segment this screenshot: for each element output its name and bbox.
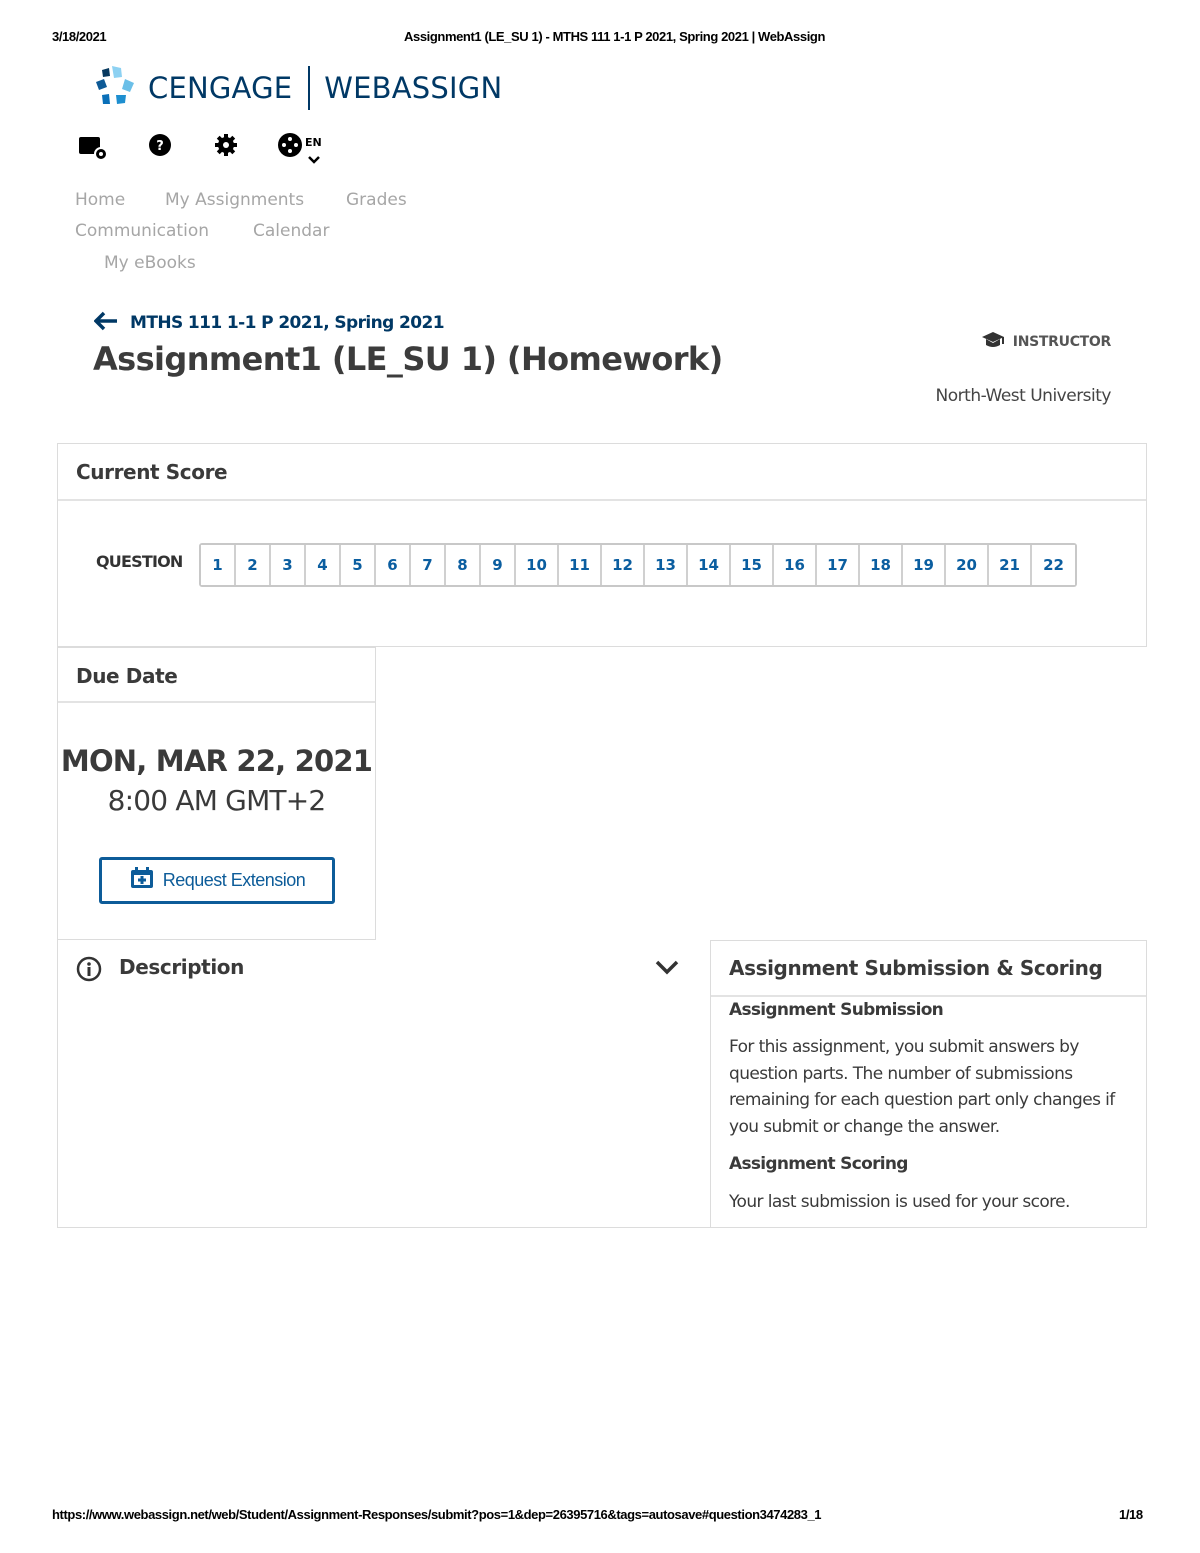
print-date: 3/18/2021: [52, 29, 107, 44]
question-link[interactable]: 21: [989, 545, 1032, 585]
card-header: Assignment Submission & Scoring: [711, 941, 1146, 997]
print-title: Assignment1 (LE_SU 1) - MTHS 111 1-1 P 2…: [404, 29, 826, 44]
request-extension-button[interactable]: Request Extension: [99, 857, 335, 904]
chevron-down-icon[interactable]: [655, 958, 679, 980]
page-title: Assignment1 (LE_SU 1) (Homework): [93, 340, 723, 378]
question-navigator: 1 2 3 4 5 6 7 8 9 10 11 12 13 14 15 16 17 18 19 20 21 22: [199, 543, 1077, 587]
logo-divider: [308, 66, 311, 110]
question-link[interactable]: 14: [688, 545, 731, 585]
description-title: Description: [119, 955, 244, 979]
question-label: QUESTION: [96, 552, 183, 571]
print-header: 3/18/2021 Assignment1 (LE_SU 1) - MTHS 1…: [0, 29, 1200, 49]
current-score-title: Current Score: [76, 460, 228, 484]
breadcrumb[interactable]: MTHS 111 1-1 P 2021, Spring 2021: [93, 311, 445, 335]
due-date-title: Due Date: [76, 664, 178, 688]
nav-my-ebooks[interactable]: My eBooks: [104, 253, 196, 273]
question-link[interactable]: 6: [376, 545, 411, 585]
question-link[interactable]: 18: [860, 545, 903, 585]
scoring-text: Your last submission is used for your sc…: [729, 1192, 1070, 1212]
course-packs-icon[interactable]: [78, 132, 108, 162]
question-link[interactable]: 15: [731, 545, 774, 585]
due-date-card: Due Date MON, MAR 22, 2021 8:00 AM GMT+2…: [57, 647, 376, 940]
breadcrumb-course-link[interactable]: MTHS 111 1-1 P 2021, Spring 2021: [130, 313, 445, 333]
calendar-plus-icon: [129, 866, 163, 895]
question-link[interactable]: 7: [411, 545, 446, 585]
card-header: Current Score: [58, 444, 1146, 501]
question-link[interactable]: 16: [774, 545, 817, 585]
question-link[interactable]: 12: [602, 545, 645, 585]
submission-text: For this assignment, you submit answers …: [729, 1037, 1115, 1137]
current-score-card: Current Score QUESTION 1 2 3 4 5 6 7 8 9 10 11 12 13…: [57, 443, 1147, 647]
submission-scoring-card: Assignment Submission & Scoring Assignme…: [710, 940, 1147, 1228]
description-toggle[interactable]: Description: [58, 940, 710, 996]
arrow-left-icon: [93, 311, 118, 335]
graduation-cap-icon: [981, 331, 1013, 353]
nav-home[interactable]: Home: [75, 190, 125, 210]
svg-text:?: ?: [156, 139, 164, 154]
print-footer: https://www.webassign.net/web/Student/As…: [0, 1507, 1200, 1527]
submission-scoring-title: Assignment Submission & Scoring: [729, 956, 1103, 980]
question-link[interactable]: 8: [446, 545, 481, 585]
brand-webassign: WEBASSIGN: [324, 71, 503, 105]
nav-calendar[interactable]: Calendar: [253, 221, 329, 241]
card-header: Due Date: [58, 648, 375, 703]
question-link[interactable]: 9: [481, 545, 516, 585]
submission-heading: Assignment Submission: [729, 1000, 944, 1020]
chevron-down-icon[interactable]: [308, 149, 320, 168]
language-code[interactable]: EN: [305, 136, 322, 149]
print-page-number: 1/18: [1119, 1507, 1143, 1522]
brand-cengage: CENGAGE: [148, 71, 293, 105]
question-link[interactable]: 13: [645, 545, 688, 585]
nav-grades[interactable]: Grades: [346, 190, 407, 210]
question-link[interactable]: 19: [903, 545, 946, 585]
question-link[interactable]: 3: [271, 545, 306, 585]
user-role: INSTRUCTOR: [981, 331, 1111, 353]
question-link[interactable]: 11: [559, 545, 602, 585]
question-link[interactable]: 5: [341, 545, 376, 585]
due-time-value: 8:00 AM GMT+2: [107, 784, 327, 817]
question-link[interactable]: 10: [516, 545, 559, 585]
settings-icon[interactable]: [214, 132, 244, 162]
institution-name: North-West University: [935, 386, 1112, 406]
question-link[interactable]: 4: [306, 545, 341, 585]
question-link[interactable]: 22: [1032, 545, 1075, 585]
print-url: https://www.webassign.net/web/Student/As…: [52, 1507, 822, 1522]
nav-communication[interactable]: Communication: [75, 221, 209, 241]
language-globe-icon[interactable]: [277, 132, 307, 162]
question-link[interactable]: 17: [817, 545, 860, 585]
question-link[interactable]: 20: [946, 545, 989, 585]
request-extension-label: Request Extension: [162, 870, 306, 890]
info-icon: [76, 956, 102, 986]
due-date-value: MON, MAR 22, 2021: [60, 744, 373, 778]
cengage-logo-icon: [94, 65, 140, 111]
scoring-heading: Assignment Scoring: [729, 1154, 908, 1174]
cengage-webassign-logo[interactable]: CENGAGE WEBASSIGN: [94, 64, 502, 112]
question-link[interactable]: 2: [236, 545, 271, 585]
question-link[interactable]: 1: [201, 545, 236, 585]
role-label: INSTRUCTOR: [1012, 334, 1112, 350]
nav-my-assignments[interactable]: My Assignments: [165, 190, 304, 210]
description-card: Description: [57, 940, 711, 1228]
help-icon[interactable]: ?: [148, 132, 178, 162]
